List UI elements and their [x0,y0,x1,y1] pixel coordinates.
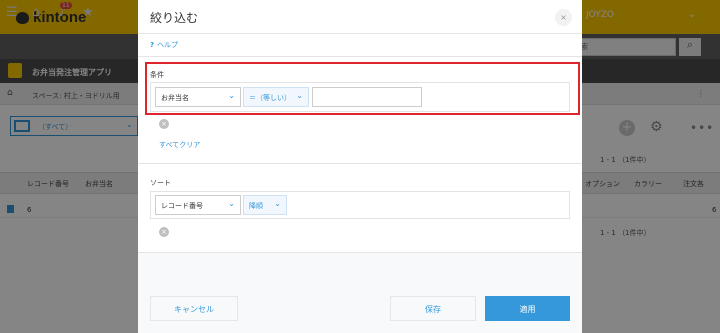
sort-order-value: 降順 [249,202,263,210]
close-icon[interactable]: × [555,9,572,26]
help-link[interactable]: ? ヘルプ [150,40,178,50]
help-icon: ? [150,41,155,49]
cancel-button[interactable]: キャンセル [150,296,238,321]
divider [138,56,582,57]
chevron-down-icon: ⌄ [228,199,235,208]
chevron-down-icon: ⌄ [274,199,281,208]
save-button[interactable]: 保存 [390,296,476,321]
sort-field-select[interactable]: レコード番号 ⌄ [155,195,241,215]
condition-highlight-box [145,62,580,115]
help-label: ヘルプ [157,41,179,49]
sort-order-select[interactable]: 降順 ⌄ [243,195,287,215]
filter-dialog: 絞り込む × ? ヘルプ 条件 お弁当名 ⌄ ＝（等しい） ⌄ × すべてクリア … [138,0,582,333]
remove-condition-icon[interactable]: × [159,119,169,129]
divider [138,33,582,34]
sort-label: ソート [150,179,171,187]
remove-sort-icon[interactable]: × [159,227,169,237]
divider [138,163,582,164]
sort-row: レコード番号 ⌄ 降順 ⌄ [150,191,570,219]
clear-all-link[interactable]: すべてクリア [159,140,200,150]
sort-field-value: レコード番号 [161,202,203,210]
apply-button[interactable]: 適用 [485,296,570,321]
dialog-title: 絞り込む [150,11,199,25]
